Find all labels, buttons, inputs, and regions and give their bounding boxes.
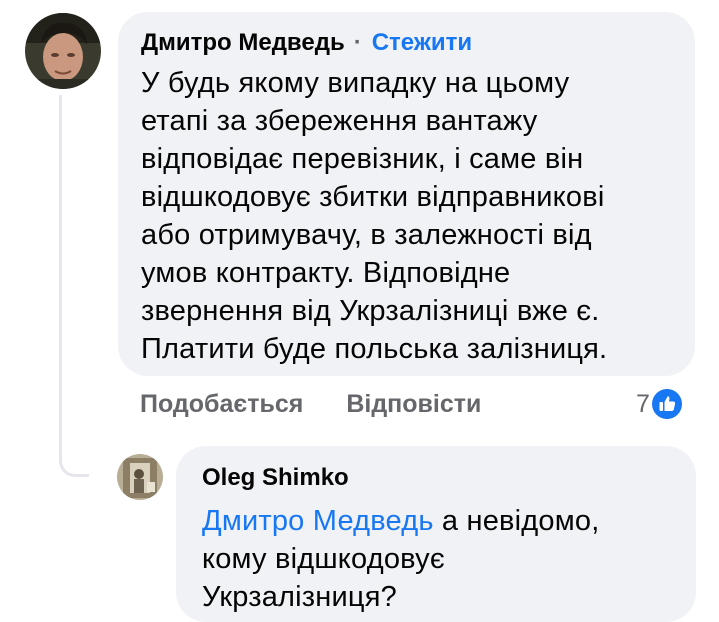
comment-text-line: умов контракту. Відповідне (141, 257, 511, 289)
like-thumbs-up-icon (651, 389, 682, 419)
profile-photo-icon (117, 454, 163, 500)
reply-bubble: Oleg Shimko Дмитро Медведь а невідомо, к… (176, 446, 696, 622)
comment-actions: Подобається Відповісти (140, 388, 481, 420)
reply-text-line: кому відшкодовує (202, 543, 445, 575)
reply-text: Дмитро Медведь а невідомо, кому відшкодо… (202, 502, 676, 616)
like-button[interactable]: Подобається (140, 388, 303, 420)
separator-dot: · (353, 29, 362, 56)
comment-bubble: Дмитро Медведь · Стежити У будь якому ви… (118, 12, 695, 376)
comment-text-line: або отримувачу, в залежності від (141, 219, 592, 251)
reply-text-line: Дмитро Медведь а невідомо, (202, 502, 676, 540)
avatar[interactable] (25, 13, 101, 89)
reply-button[interactable]: Відповісти (346, 388, 481, 420)
mention-link[interactable]: Дмитро Медведь (202, 505, 434, 537)
comment-header: Дмитро Медведь · Стежити (141, 28, 673, 58)
comment-text-line: Платити буде польська залізниця. (141, 333, 608, 365)
reply-text-fragment: а невідомо, (433, 505, 600, 537)
comment-text-line: У будь якому випадку на цьому (141, 67, 570, 99)
follow-link[interactable]: Стежити (372, 29, 472, 57)
reply-thread-connector (59, 95, 89, 477)
comment-text-line: етапі за збереження вантажу (141, 105, 538, 137)
comment-text-line: відповідає перевізник, і саме він (141, 143, 584, 175)
comment-text-line: відшкодовує збитки відправникові (141, 181, 605, 213)
reply-author[interactable]: Oleg Shimko (202, 463, 676, 493)
comment-text: У будь якому випадку на цьому етапі за з… (141, 64, 681, 368)
reaction-count: 7 (636, 390, 650, 418)
reaction-summary[interactable]: 7 (636, 388, 682, 420)
reply-text-line: Укрзалізниця? (202, 581, 397, 613)
comment-text-line: звернення від Укрзалізниці вже є. (141, 295, 600, 327)
avatar[interactable] (117, 454, 163, 500)
comment-author[interactable]: Дмитро Медведь (141, 28, 345, 58)
profile-photo-icon (25, 13, 101, 89)
